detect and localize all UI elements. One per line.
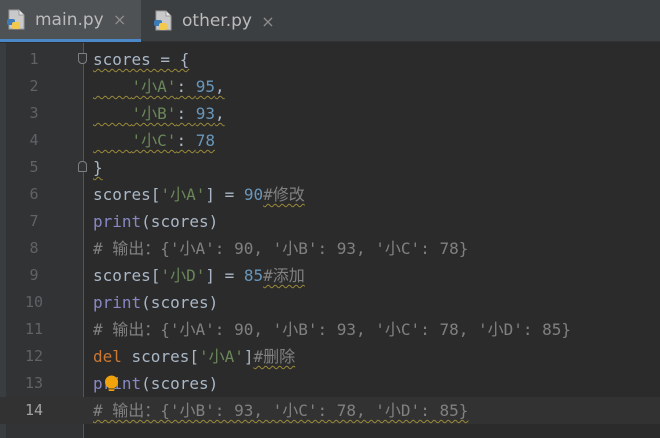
code-editor[interactable]: 1 scores = { 2 '小A': 95, 3 '小B': 93, 4 '…	[0, 43, 660, 438]
close-icon[interactable]: ×	[261, 12, 275, 31]
line-number: 2	[29, 77, 39, 95]
fold-marker-icon[interactable]	[78, 161, 87, 172]
code-text: del scores['小A']#删除	[93, 343, 295, 370]
code-token: 85	[243, 266, 264, 285]
code-token: (scores)	[141, 293, 219, 312]
line-number: 3	[29, 104, 39, 122]
code-token: print	[93, 293, 142, 312]
code-token: }	[93, 158, 103, 177]
code-token: '小D'	[160, 266, 206, 285]
code-text: scores['小D'] = 85#添加	[93, 262, 305, 289]
code-text: }	[93, 154, 103, 181]
fold-marker-icon[interactable]	[78, 53, 87, 64]
python-file-icon	[6, 9, 28, 31]
line-number: 1	[29, 50, 39, 68]
code-token: ,	[214, 77, 225, 96]
code-token: 78	[195, 131, 215, 150]
code-line[interactable]: 9 scores['小D'] = 85#添加	[0, 262, 660, 289]
line-number: 4	[29, 131, 39, 149]
code-line[interactable]: 2 '小A': 95,	[0, 73, 660, 100]
code-token: '小A'	[131, 77, 177, 96]
ide-window: main.py × other.py × 1 scores = {2 '小A'…	[0, 0, 660, 438]
code-line-current[interactable]: 14 # 输出：{'小B': 93, '小C': 78, '小D': 85}	[0, 397, 660, 424]
python-file-icon	[153, 10, 175, 32]
code-line[interactable]: 11 # 输出：{'小A': 90, '小B': 93, '小C': 78, '…	[0, 316, 660, 343]
code-text: '小A': 95,	[93, 73, 225, 100]
editor-tab-bar: main.py × other.py ×	[0, 0, 660, 42]
code-token: #添加	[263, 266, 305, 285]
code-token: ]	[243, 347, 254, 366]
code-token: ] =	[205, 185, 244, 204]
code-token: '小A'	[160, 185, 206, 204]
code-token: (scores)	[141, 212, 219, 231]
code-text: '小B': 93,	[93, 100, 225, 127]
line-number: 5	[29, 158, 39, 176]
code-token: scores[	[93, 266, 161, 285]
code-text: # 输出：{'小A': 90, '小B': 93, '小C': 78, '小D'…	[93, 316, 571, 343]
line-number: 8	[29, 239, 39, 257]
code-line[interactable]: 7 print(scores)	[0, 208, 660, 235]
tab-label: main.py	[35, 9, 104, 30]
line-number: 12	[24, 347, 44, 365]
line-number: 10	[24, 293, 44, 311]
code-text: scores['小A'] = 90#修改	[93, 181, 305, 208]
code-token: ] =	[205, 266, 244, 285]
code-token: '小B'	[131, 104, 177, 123]
code-line[interactable]: 10 print(scores)	[0, 289, 660, 316]
code-token: '小A'	[198, 347, 244, 366]
close-icon[interactable]: ×	[113, 10, 127, 29]
code-text: print(scores)	[93, 289, 218, 316]
code-line[interactable]: 3 '小B': 93,	[0, 100, 660, 127]
code-text: '小C': 78	[93, 127, 215, 154]
code-token: # 输出：{'小A': 90, '小B': 93, '小C': 78, '小D'…	[93, 320, 572, 339]
code-line[interactable]: 13 print(scores)	[0, 370, 660, 397]
code-token: :	[176, 77, 196, 96]
code-token: 93	[195, 104, 215, 123]
code-line[interactable]: 8 # 输出：{'小A': 90, '小B': 93, '小C': 78}	[0, 235, 660, 262]
code-line[interactable]: 1 scores = {	[0, 46, 660, 73]
code-token: ,	[214, 104, 225, 123]
code-text: # 输出：{'小B': 93, '小C': 78, '小D': 85}	[93, 397, 468, 424]
code-token: :	[176, 104, 196, 123]
code-line[interactable]: 4 '小C': 78	[0, 127, 660, 154]
line-number: 14	[24, 401, 44, 419]
code-token: scores[	[121, 347, 199, 366]
code-text: print(scores)	[93, 208, 218, 235]
code-text: scores = {	[93, 46, 189, 73]
code-token: #删除	[253, 347, 296, 366]
line-number: 6	[29, 185, 39, 203]
tab-label: other.py	[182, 11, 252, 31]
line-number: 13	[24, 374, 44, 392]
code-line[interactable]: 12 del scores['小A']#删除	[0, 343, 660, 370]
code-token: 90	[243, 185, 264, 204]
line-number: 11	[24, 320, 44, 338]
line-number: 7	[29, 212, 39, 230]
code-token: scores[	[93, 185, 161, 204]
code-token: scores = {	[93, 50, 190, 69]
code-token: '小C'	[131, 131, 177, 150]
lightbulb-icon[interactable]	[103, 375, 120, 392]
code-text: # 输出：{'小A': 90, '小B': 93, '小C': 78}	[93, 235, 468, 262]
code-token: (scores)	[141, 374, 219, 393]
code-token: # 输出：{'小A': 90, '小B': 93, '小C': 78}	[93, 239, 469, 258]
tab-other-py[interactable]: other.py ×	[147, 0, 283, 42]
code-token: print	[93, 212, 142, 231]
code-token: del	[93, 347, 122, 366]
code-line[interactable]: 6 scores['小A'] = 90#修改	[0, 181, 660, 208]
code-token: #修改	[263, 185, 305, 204]
tab-main-py[interactable]: main.py ×	[0, 0, 141, 42]
code-line[interactable]: 5 }	[0, 154, 660, 181]
line-number: 9	[29, 266, 39, 284]
code-token: :	[176, 131, 196, 150]
code-token: 95	[195, 77, 215, 96]
code-token: # 输出：{'小B': 93, '小C': 78, '小D': 85}	[93, 401, 469, 420]
